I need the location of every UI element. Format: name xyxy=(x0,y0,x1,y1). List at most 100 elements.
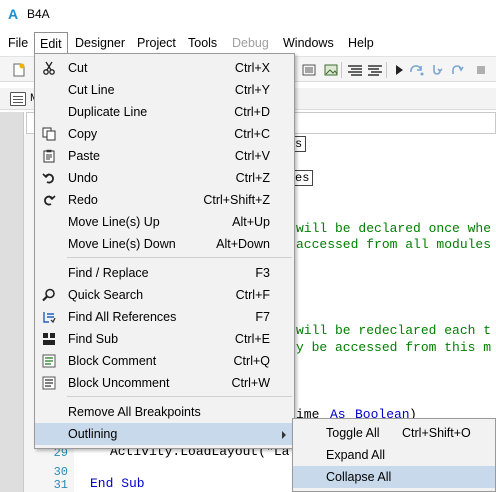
image-icon[interactable] xyxy=(322,61,340,79)
menu-item-shortcut: Ctrl+E xyxy=(234,332,270,346)
run-icon[interactable] xyxy=(390,61,408,79)
menu-item-label: Expand All xyxy=(326,448,386,462)
menu-item-shortcut: Ctrl+Shift+Z xyxy=(203,193,270,207)
uncomment-block-icon[interactable] xyxy=(366,61,384,79)
menu-item-label: Toggle All xyxy=(326,426,380,440)
menu-bar: File Edit Designer Project Tools Debug W… xyxy=(0,32,496,54)
menu-item-label: Remove All Breakpoints xyxy=(68,405,201,419)
list-icon[interactable] xyxy=(300,61,318,79)
step-into-icon[interactable] xyxy=(428,61,446,79)
toolbar-separator xyxy=(341,62,342,78)
menu-item-label: Undo xyxy=(68,171,98,185)
menu-project[interactable]: Project xyxy=(137,32,176,54)
menu-item-find-replace[interactable]: Find / Replace F3 xyxy=(35,262,294,284)
menu-item-collapse-all[interactable]: Collapse All xyxy=(293,466,495,488)
menu-item-quick-search[interactable]: Quick Search Ctrl+F xyxy=(35,284,294,306)
title-bar: A B4A xyxy=(0,0,496,30)
stop-icon[interactable] xyxy=(472,61,490,79)
menu-item-label: Find All References xyxy=(68,310,177,324)
menu-item-block-comment[interactable]: Block Comment Ctrl+Q xyxy=(35,350,294,372)
menu-item-label: Collapse All xyxy=(326,470,392,484)
menu-tools[interactable]: Tools xyxy=(188,32,217,54)
block-uncomment-icon xyxy=(41,375,57,391)
code-keyword: End Sub xyxy=(90,476,145,491)
menu-item-label: Cut Line xyxy=(68,83,115,97)
menu-item-label: Find / Replace xyxy=(68,266,149,280)
menu-item-label: Paste xyxy=(68,149,100,163)
menu-item-shortcut: Ctrl+Z xyxy=(235,171,270,185)
window-title: B4A xyxy=(27,7,50,21)
step-out-icon[interactable] xyxy=(448,61,466,79)
code-comment: y be accessed from this m xyxy=(296,340,492,355)
menu-edit[interactable]: Edit xyxy=(34,32,68,54)
clipboard-icon xyxy=(41,148,57,164)
menu-help[interactable]: Help xyxy=(348,32,374,54)
outlining-submenu: Toggle All Ctrl+Shift+O Expand All Colla… xyxy=(292,418,496,492)
menu-item-move-lines-down[interactable]: Move Line(s) Down Alt+Down xyxy=(35,233,294,255)
menu-item-shortcut: Ctrl+C xyxy=(234,127,270,141)
menu-item-redo[interactable]: Redo Ctrl+Shift+Z xyxy=(35,189,294,211)
menu-item-undo[interactable]: Undo Ctrl+Z xyxy=(35,167,294,189)
menu-windows[interactable]: Windows xyxy=(283,32,334,54)
menu-item-shortcut: Ctrl+V xyxy=(234,149,270,163)
menu-item-paste[interactable]: Paste Ctrl+V xyxy=(35,145,294,167)
line-number: 30 xyxy=(53,465,68,479)
line-number: 31 xyxy=(53,478,68,492)
menu-item-shortcut: F7 xyxy=(255,310,270,324)
block-comment-icon xyxy=(41,353,57,369)
menu-item-label: Move Line(s) Up xyxy=(68,215,160,229)
menu-item-label: Move Line(s) Down xyxy=(68,237,176,251)
menu-item-copy[interactable]: Copy Ctrl+C xyxy=(35,123,294,145)
menu-item-shortcut: Ctrl+D xyxy=(234,105,270,119)
menu-item-label: Find Sub xyxy=(68,332,119,346)
menu-debug[interactable]: Debug xyxy=(232,32,269,54)
menu-item-find-all-references[interactable]: Find All References F7 xyxy=(35,306,294,328)
menu-item-outlining[interactable]: Outlining xyxy=(35,423,294,445)
menu-item-label: Redo xyxy=(68,193,98,207)
app-logo-icon: A xyxy=(8,6,19,22)
menu-item-shortcut: Alt+Up xyxy=(232,215,270,229)
submenu-arrow-icon xyxy=(282,431,286,439)
menu-item-shortcut: Ctrl+W xyxy=(231,376,270,390)
menu-file[interactable]: File xyxy=(8,32,28,54)
module-tab-icon[interactable] xyxy=(10,92,26,106)
menu-separator xyxy=(67,396,292,397)
sub-list-icon xyxy=(41,331,57,347)
menu-item-label: Block Comment xyxy=(68,354,157,368)
menu-item-block-uncomment[interactable]: Block Uncomment Ctrl+W xyxy=(35,372,294,394)
menu-item-shortcut: Ctrl+Y xyxy=(234,83,270,97)
menu-item-find-sub[interactable]: Find Sub Ctrl+E xyxy=(35,328,294,350)
menu-item-label: Duplicate Line xyxy=(68,105,148,119)
code-comment: will be redeclared each t xyxy=(296,323,492,338)
undo-icon xyxy=(41,170,57,186)
menu-item-cut-line[interactable]: Cut Line Ctrl+Y xyxy=(35,79,294,101)
menu-item-shortcut: Alt+Down xyxy=(216,237,270,251)
magnifier-icon xyxy=(41,287,57,303)
menu-item-expand-all[interactable]: Expand All xyxy=(293,444,495,466)
new-file-icon[interactable] xyxy=(10,61,28,79)
code-comment: accessed from all modules xyxy=(296,237,492,252)
redo-icon xyxy=(41,192,57,208)
menu-item-cut[interactable]: Cut Ctrl+X xyxy=(35,57,294,79)
menu-item-label: Block Uncomment xyxy=(68,376,170,390)
edit-menu-dropdown: Cut Ctrl+X Cut Line Ctrl+Y Duplicate Lin… xyxy=(34,53,295,449)
menu-designer[interactable]: Designer xyxy=(75,32,125,54)
comment-block-icon[interactable] xyxy=(346,61,364,79)
menu-separator xyxy=(67,257,292,258)
menu-item-shortcut: Ctrl+Q xyxy=(233,354,270,368)
menu-item-label: Quick Search xyxy=(68,288,144,302)
references-icon xyxy=(41,309,57,325)
menu-item-shortcut: Ctrl+Shift+O xyxy=(402,426,471,440)
menu-item-label: Cut xyxy=(68,61,88,75)
code-comment: will be declared once whe xyxy=(296,221,492,236)
menu-item-move-lines-up[interactable]: Move Line(s) Up Alt+Up xyxy=(35,211,294,233)
menu-item-shortcut: F3 xyxy=(255,266,270,280)
menu-item-shortcut: Ctrl+F xyxy=(235,288,270,302)
menu-item-duplicate-line[interactable]: Duplicate Line Ctrl+D xyxy=(35,101,294,123)
menu-item-label: Outlining xyxy=(68,427,118,441)
step-over-icon[interactable] xyxy=(408,61,426,79)
toolbar-separator xyxy=(386,62,387,78)
menu-item-label: Copy xyxy=(68,127,98,141)
menu-item-toggle-all[interactable]: Toggle All Ctrl+Shift+O xyxy=(293,422,495,444)
menu-item-remove-all-breakpoints[interactable]: Remove All Breakpoints xyxy=(35,401,294,423)
